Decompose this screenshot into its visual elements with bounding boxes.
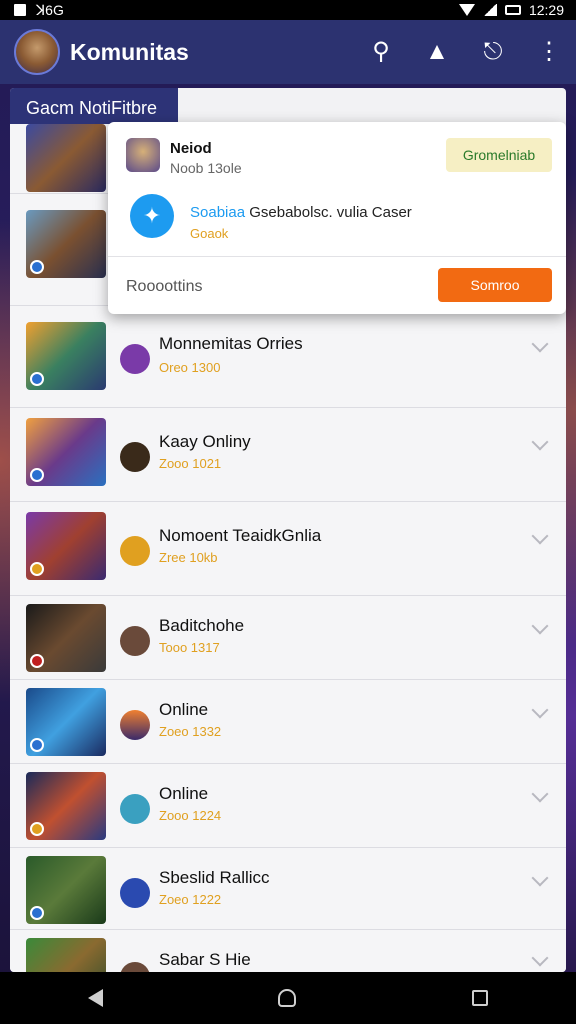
game-badge-icon <box>30 906 44 920</box>
chevron-down-icon[interactable] <box>531 949 549 967</box>
chevron-down-icon[interactable] <box>531 869 549 887</box>
item-subtitle: Zooo 1224 <box>159 808 222 823</box>
list-item[interactable]: Online Zooo 1224 <box>10 764 566 848</box>
item-title: Baditchohe <box>159 616 245 635</box>
game-thumbnail <box>26 688 106 756</box>
game-badge-icon <box>30 738 44 752</box>
back-icon[interactable] <box>87 989 103 1007</box>
twitter-icon: ✦ <box>130 194 174 238</box>
item-title: Kaay Onliny <box>159 432 251 451</box>
popup-message-accent: Soabiaa <box>190 204 246 221</box>
item-title: Sabar S Hie <box>159 950 251 969</box>
game-thumbnail <box>26 512 106 580</box>
game-thumbnail <box>26 322 106 390</box>
list-item[interactable]: Nomoent TeaidkGnlia Zree 10kb <box>10 502 566 596</box>
user-avatar <box>120 626 150 656</box>
item-subtitle: Zoeo 1222 <box>159 892 222 907</box>
item-subtitle: Tooo 1317 <box>159 640 220 655</box>
popup-message-subtitle: Goaok <box>190 226 229 241</box>
list-item[interactable]: Kaay Onliny Zooo 1021 <box>10 408 566 502</box>
item-subtitle: Zoeo 1332 <box>159 724 222 739</box>
game-badge-icon <box>30 562 44 576</box>
system-nav-bar <box>0 972 576 1024</box>
home-icon[interactable] <box>278 989 297 1007</box>
popup-message: Soabiaa Gsebabolsc. vulia Caser <box>190 204 412 221</box>
notification-icon[interactable]: ▲ <box>424 40 450 64</box>
popup-user-name: Neiod <box>170 140 212 157</box>
user-avatar <box>120 344 150 374</box>
signal-icon <box>482 4 497 16</box>
user-avatar <box>120 878 150 908</box>
user-avatar <box>120 442 150 472</box>
game-thumbnail <box>26 772 106 840</box>
popup-user-avatar <box>126 138 160 172</box>
notification-status-icon <box>14 4 26 16</box>
game-badge-icon <box>30 654 44 668</box>
list-item[interactable]: Baditchohe Tooo 1317 <box>10 596 566 680</box>
item-title: Online <box>159 784 209 803</box>
section-title: Gacm NotiFitbre <box>10 88 178 124</box>
game-thumbnail <box>26 124 106 192</box>
chevron-down-icon[interactable] <box>531 335 549 353</box>
item-title: Monnemitas Orries <box>159 334 303 353</box>
popup-message-text: Gsebabolsc. vulia Caser <box>245 204 412 221</box>
user-avatar <box>120 536 150 566</box>
status-time: 12:29 <box>528 2 564 18</box>
status-bar: ꓘ6G 12:29 <box>0 0 576 20</box>
app-title: Komunitas <box>70 38 189 65</box>
list-item[interactable]: Sabar S Hie <box>10 930 566 972</box>
game-badge-icon <box>30 372 44 386</box>
game-thumbnail <box>26 418 106 486</box>
battery-icon <box>504 5 521 15</box>
chevron-down-icon[interactable] <box>531 433 549 451</box>
item-title: Online <box>159 700 209 719</box>
overflow-menu-icon[interactable]: ⋮ <box>536 40 562 64</box>
popup-footer-label: Roooottins <box>126 278 203 295</box>
app-bar: Komunitas ⚲ ▲ ⎋ ⋮ <box>0 20 576 84</box>
item-subtitle: Zooo 1021 <box>159 456 222 471</box>
popup-divider <box>108 256 566 257</box>
popup-action-button[interactable]: Somroo <box>438 268 552 302</box>
list-item[interactable]: Online Zoeo 1332 <box>10 680 566 764</box>
shield-icon[interactable]: ⎋ <box>480 40 506 64</box>
notification-popup: Neiod Noob 13ole Gromelniab ✦ Soabiaa Gs… <box>108 122 566 314</box>
chevron-down-icon[interactable] <box>531 701 549 719</box>
status-left-text: ꓘ6G <box>36 1 64 18</box>
popup-user-handle: Noob 13ole <box>170 160 242 176</box>
wifi-icon <box>458 4 475 16</box>
item-title: Nomoent TeaidkGnlia <box>159 526 322 545</box>
list-item[interactable]: Monnemitas Orries Oreo 1300 <box>10 306 566 408</box>
item-subtitle: Oreo 1300 <box>159 360 221 375</box>
game-thumbnail <box>26 604 106 672</box>
search-icon[interactable]: ⚲ <box>368 40 394 64</box>
list-item[interactable]: Sbeslid Rallicc Zoeo 1222 <box>10 848 566 930</box>
game-badge-icon <box>30 822 44 836</box>
game-thumbnail <box>26 856 106 924</box>
chevron-down-icon[interactable] <box>531 617 549 635</box>
recent-apps-icon[interactable] <box>472 990 489 1006</box>
chevron-down-icon[interactable] <box>531 785 549 803</box>
game-thumbnail <box>26 938 106 972</box>
user-avatar <box>120 710 150 740</box>
popup-tag-button[interactable]: Gromelniab <box>446 138 552 172</box>
user-avatar <box>120 794 150 824</box>
item-title: Sbeslid Rallicc <box>159 868 270 887</box>
chevron-down-icon[interactable] <box>531 527 549 545</box>
app-logo-icon[interactable] <box>14 29 60 75</box>
item-subtitle: Zree 10kb <box>159 550 218 565</box>
game-badge-icon <box>30 260 44 274</box>
user-avatar <box>120 962 150 972</box>
game-badge-icon <box>30 468 44 482</box>
game-thumbnail <box>26 210 106 278</box>
